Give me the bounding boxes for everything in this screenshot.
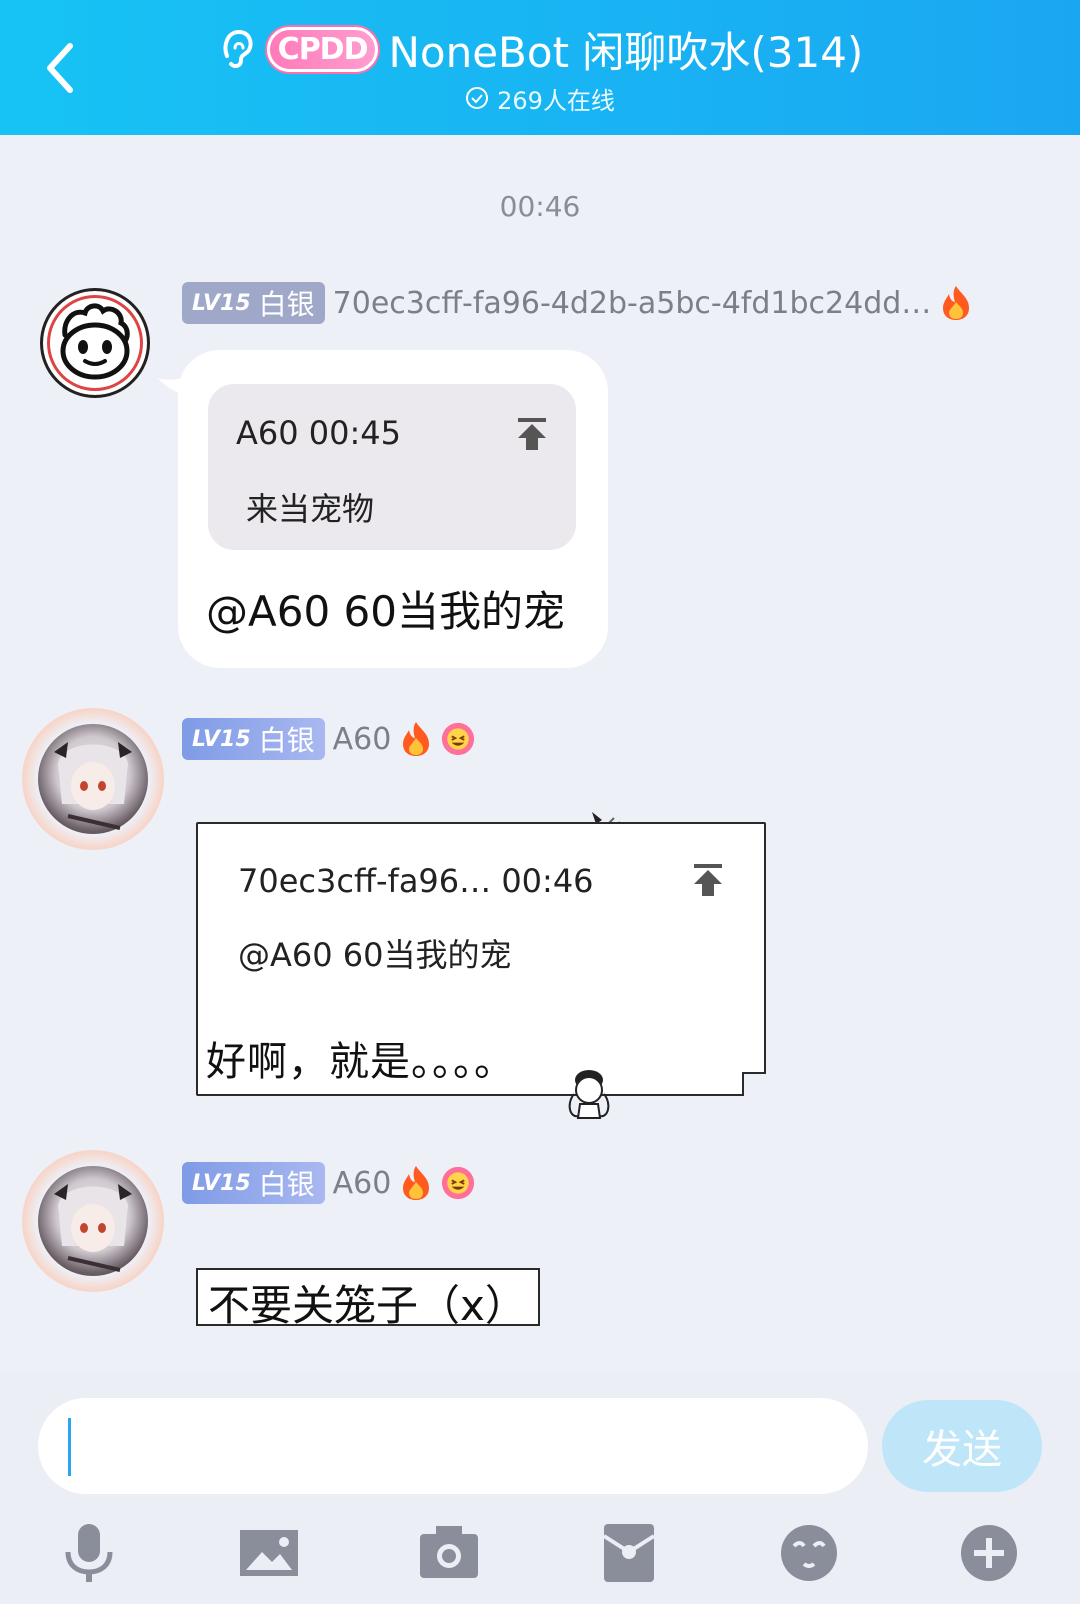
message-input[interactable] — [38, 1398, 868, 1494]
emoji-icon[interactable] — [778, 1520, 840, 1586]
fire-icon — [943, 286, 970, 320]
message-text: @A60 60当我的宠 — [206, 587, 565, 636]
plus-icon[interactable] — [958, 1520, 1020, 1586]
fire-icon — [403, 722, 430, 756]
sender-name[interactable]: A60 — [333, 722, 392, 757]
anime-avatar-icon — [54, 1184, 132, 1272]
ear-icon — [223, 29, 253, 69]
quote-body: @A60 60当我的宠 — [238, 936, 512, 974]
message-bubble[interactable]: A60 00:45 来当宠物 @A60 60当我的宠 — [178, 350, 608, 668]
anime-avatar-icon — [54, 742, 132, 830]
composer: 发送 — [0, 1372, 1080, 1604]
image-icon[interactable] — [238, 1520, 300, 1586]
sender-name[interactable]: 70ec3cff-fa96-4d2b-a5bc-4fd1bc24dd… — [333, 286, 932, 321]
send-button[interactable]: 发送 — [882, 1400, 1042, 1492]
check-circle-icon — [466, 87, 489, 109]
sender-meta: LV15 白银 A60 — [182, 718, 475, 760]
input-toolbar — [0, 1520, 1080, 1590]
message-text: 不要关笼子（x） — [208, 1281, 527, 1330]
text-caret — [68, 1418, 71, 1476]
level-badge: LV15 白银 — [182, 718, 325, 760]
online-count[interactable]: 269人在线 — [0, 80, 1080, 116]
avatar[interactable] — [38, 1166, 148, 1276]
microphone-icon[interactable] — [58, 1520, 120, 1586]
jump-to-top-icon[interactable] — [512, 414, 552, 454]
quote-header: 70ec3cff-fa96… 00:46 — [238, 862, 594, 900]
quote-header: A60 00:45 — [236, 414, 401, 452]
sender-meta: LV15 白银 A60 — [182, 1162, 475, 1204]
avatar[interactable] — [40, 288, 150, 398]
chat-header: CPDD NoneBot 闲聊吹水(314) 269人在线 — [0, 0, 1080, 135]
level-badge: LV15 白银 — [182, 282, 325, 324]
laughing-flower-icon — [442, 722, 475, 756]
camera-icon[interactable] — [418, 1520, 480, 1586]
red-packet-icon[interactable] — [598, 1520, 660, 1586]
fire-icon — [403, 1166, 430, 1200]
jump-to-top-icon[interactable] — [688, 860, 728, 900]
quote-body: 来当宠物 — [246, 490, 375, 528]
quoted-message[interactable]: A60 00:45 来当宠物 — [208, 384, 576, 550]
online-text: 269人在线 — [497, 86, 615, 115]
level-badge: LV15 白银 — [182, 1162, 325, 1204]
avatar[interactable] — [38, 724, 148, 834]
sender-name[interactable]: A60 — [333, 1166, 392, 1201]
robot-face-icon — [60, 303, 130, 380]
message-text: 好啊，就是。。。。 — [206, 1039, 515, 1085]
message-bubble[interactable]: 不要关笼子（x） — [196, 1268, 540, 1330]
sender-meta: LV15 白银 70ec3cff-fa96-4d2b-a5bc-4fd1bc24… — [182, 282, 973, 324]
message-bubble[interactable]: 70ec3cff-fa96… 00:46 @A60 60当我的宠 好啊，就是。。… — [196, 822, 766, 1096]
chibi-sticker-icon — [568, 1070, 610, 1119]
title-row[interactable]: CPDD NoneBot 闲聊吹水(314) — [0, 18, 1080, 80]
group-title: NoneBot 闲聊吹水(314) — [388, 27, 864, 77]
cpdd-badge: CPDD — [266, 26, 379, 72]
laughing-flower-icon — [442, 1166, 475, 1200]
time-separator: 00:46 — [499, 190, 581, 223]
